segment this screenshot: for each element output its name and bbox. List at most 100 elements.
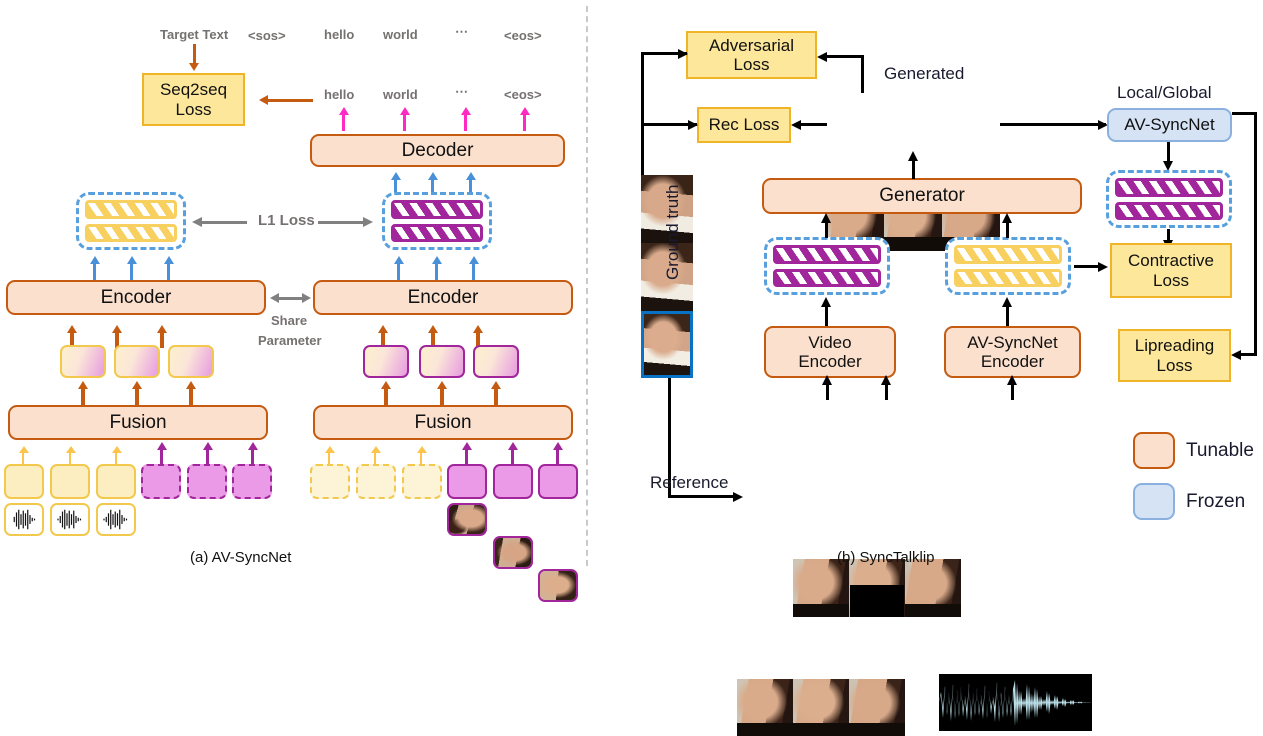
fused-token-l2 (114, 345, 160, 378)
target-token-sos: <sos> (248, 28, 286, 43)
masked-frames-to-encoder-line-1 (826, 384, 829, 400)
avsyncnet-right-vline (1254, 112, 1257, 355)
gt-trunk-vline (641, 52, 644, 177)
lipreading-loss-box: Lipreading Loss (1118, 329, 1231, 382)
ground-truth-frame-3-selected (641, 311, 693, 378)
masked-frames-to-encoder-arrowhead-1 (822, 375, 832, 385)
audio-feature-stack-b (945, 237, 1071, 295)
audio-waveform-thumb-1 (4, 503, 44, 536)
audio-stack-to-contractive-line (1074, 265, 1100, 268)
share-parameter-label-line1: Share (271, 313, 308, 328)
video-encoder-box: Video Encoder (764, 326, 896, 378)
feature-bar (85, 223, 177, 242)
fused-token-r3 (473, 345, 519, 378)
lipreading-in-hline (1240, 353, 1257, 356)
audio-token-l1 (4, 464, 44, 499)
seq2seq-loss-line1: Seq2seq (159, 80, 228, 100)
lipreading-in-arrowhead (1231, 349, 1241, 360)
output-token-ellipsis: ⋯ (455, 84, 468, 99)
face-image (449, 505, 485, 534)
encoder-box-right: Encoder (313, 280, 573, 315)
reference-arrowhead (733, 491, 743, 502)
target-token-hello: hello (324, 27, 355, 42)
audio-stack-to-generator-line (1006, 222, 1009, 238)
reference-frame-1 (737, 679, 793, 736)
audio-waveform-thumb-2 (50, 503, 90, 536)
panel-a-caption: (a) AV-SyncNet (190, 549, 292, 566)
gen-to-adv-arrowhead (817, 51, 827, 62)
lipreading-loss-line2: Loss (1156, 355, 1193, 375)
gen-to-rec-hline (801, 123, 827, 126)
syncnet-feature-stack (1106, 170, 1232, 228)
fusion-left-label: Fusion (109, 411, 167, 433)
legend-tunable-label: Tunable (1186, 440, 1254, 461)
share-parameter-label-line2: Parameter (258, 333, 322, 348)
video-token-r2 (493, 464, 533, 499)
fused-token-r1 (363, 345, 409, 378)
video-feature-stack-right (382, 192, 492, 250)
decoder-label: Decoder (401, 139, 474, 161)
audio-token-r3 (402, 464, 442, 499)
video-feature-stack-b (764, 237, 890, 295)
feature-bar (954, 268, 1062, 287)
target-text-label: Target Text (160, 27, 229, 42)
waveform-icon (103, 509, 128, 530)
generated-label: Generated (884, 64, 965, 83)
video-token-r1 (447, 464, 487, 499)
reference-frame-2 (793, 679, 849, 736)
fused-token-r2 (419, 345, 465, 378)
feature-bar (1115, 201, 1223, 220)
face-image (495, 538, 531, 567)
fused-token-l3 (168, 345, 214, 378)
feature-bar (773, 268, 881, 287)
target-token-world: world (383, 27, 418, 42)
video-token-l2 (187, 464, 227, 499)
reference-frame-3 (849, 679, 905, 736)
fused-token-l1 (60, 345, 106, 378)
reference-hline (668, 495, 737, 498)
generator-box: Generator (762, 178, 1082, 214)
video-stack-to-generator-line (825, 222, 828, 238)
lipreading-loss-line1: Lipreading (1134, 336, 1215, 356)
ground-truth-label: Ground truth (663, 184, 682, 280)
seq2seq-loss-line2: Loss (175, 99, 212, 119)
audio-stack-to-generator-arrowhead (1002, 213, 1012, 223)
adversarial-loss-line1: Adversarial (708, 35, 795, 55)
audio-waveform-panel (939, 674, 1092, 731)
feature-bar (85, 200, 177, 219)
reference-frames-strip (737, 679, 905, 736)
adversarial-loss-line2: Loss (733, 55, 770, 74)
waveform-icon (13, 509, 36, 530)
feature-bar (391, 223, 483, 242)
av-syncnet-box: AV-SyncNet (1107, 108, 1232, 142)
rec-loss-label: Rec Loss (708, 115, 780, 135)
output-token-hello: hello (324, 87, 355, 102)
fusion-box-right: Fusion (313, 405, 573, 440)
masked-frames-to-encoder-line-2 (885, 384, 888, 400)
seq2seq-loss-box: Seq2seq Loss (142, 73, 245, 126)
masked-frame-3 (905, 559, 961, 617)
mask-rectangle (850, 585, 904, 617)
feature-bar (1115, 178, 1223, 197)
audio-encoder-out-line (1006, 306, 1009, 326)
panel-divider (586, 6, 588, 566)
masked-frame-2-occluded (849, 559, 905, 617)
decoder-box: Decoder (310, 134, 565, 167)
masked-frame-1 (793, 559, 849, 617)
avsyncnet-encoder-line2: Encoder (980, 352, 1045, 371)
encoder-right-label: Encoder (407, 286, 479, 308)
output-token-world: world (383, 87, 418, 102)
generator-out-arrowhead (908, 151, 918, 161)
rec-loss-box: Rec Loss (697, 107, 791, 143)
video-token-r3 (538, 464, 578, 499)
l1-loss-label: L1 Loss (258, 212, 315, 229)
feature-bar (773, 245, 881, 264)
gen-to-adv-hline (826, 55, 864, 58)
gen-to-rec-arrowhead (791, 119, 801, 130)
contractive-loss-line1: Contractive (1128, 251, 1214, 271)
audio-token-l3 (96, 464, 136, 499)
video-frame-thumb-2 (493, 536, 533, 569)
video-token-l3 (232, 464, 272, 499)
encoder-box-left: Encoder (6, 280, 266, 315)
generator-label: Generator (879, 185, 965, 207)
